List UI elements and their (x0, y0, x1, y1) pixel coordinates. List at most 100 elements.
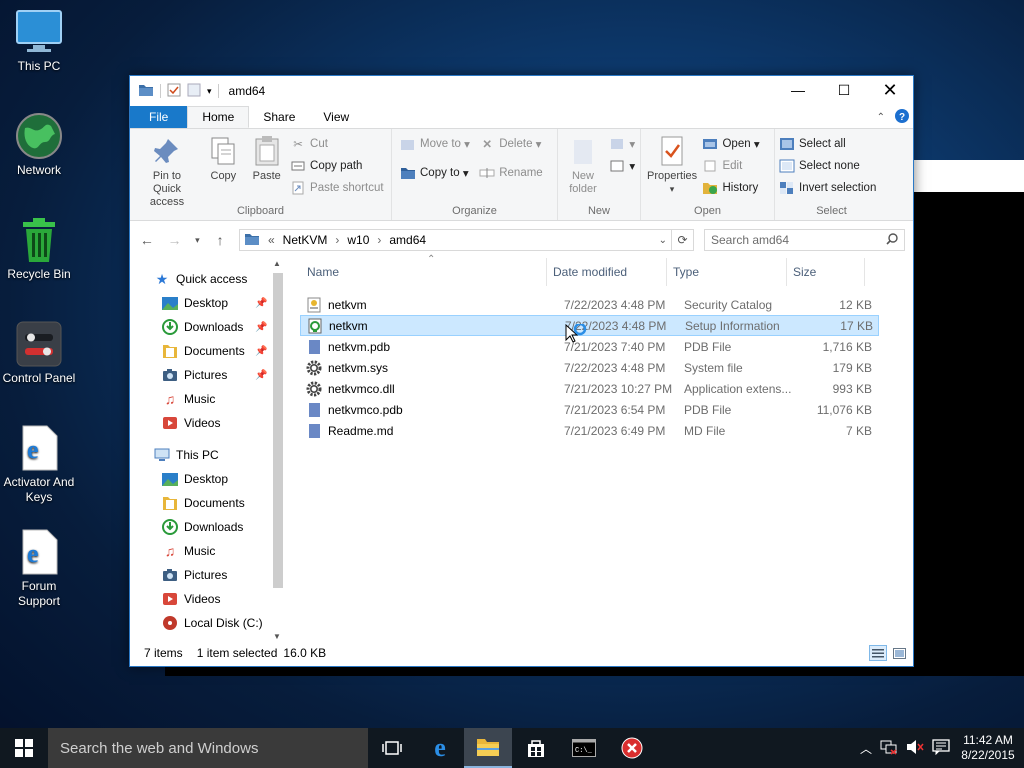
properties-icon[interactable] (167, 83, 181, 100)
column-name[interactable]: Name (286, 258, 547, 286)
help-icon[interactable]: ? (895, 109, 909, 126)
refresh-button[interactable]: ⟳ (670, 230, 693, 250)
notifications-icon[interactable] (932, 738, 950, 758)
edge-taskbar-button[interactable]: e (416, 728, 464, 768)
new-folder-icon[interactable] (187, 83, 201, 100)
nav-this-pc[interactable]: This PC (130, 443, 286, 467)
nav-scrollbar[interactable]: ▲ ▼ (270, 259, 286, 641)
desktop-icon-this-pc[interactable]: This PC (0, 8, 78, 74)
tab-file[interactable]: File (130, 106, 188, 128)
maximize-button[interactable]: ☐ (821, 76, 867, 104)
properties-button[interactable]: Properties ▾ (645, 132, 699, 198)
title-bar[interactable]: ▾ amd64 — ☐ ✕ (130, 76, 913, 106)
background-window-titlebar[interactable] (913, 160, 1024, 192)
minimize-button[interactable]: — (775, 76, 821, 104)
new-item-button[interactable]: ▾ (609, 133, 635, 155)
tab-home[interactable]: Home (187, 106, 250, 128)
forward-button[interactable]: → (166, 232, 184, 248)
select-all-button[interactable]: Select all (779, 133, 876, 155)
easy-access-button[interactable]: ▾ (609, 155, 635, 177)
nav-quick-documents[interactable]: Documents 📌 (130, 339, 286, 363)
column-date-modified[interactable]: Date modified (547, 258, 667, 286)
desktop-icon-forum-support[interactable]: e Forum Support (0, 528, 78, 609)
details-view-button[interactable] (869, 645, 887, 661)
search-icon[interactable] (886, 232, 898, 248)
search-input[interactable]: Search amd64 (703, 229, 905, 251)
recent-locations-button[interactable]: ▾ (193, 235, 201, 246)
error-app-taskbar-button[interactable] (608, 728, 656, 768)
column-size[interactable]: Size (787, 258, 865, 286)
pin-icon[interactable]: 📌 (255, 298, 267, 309)
breadcrumb-netkvm[interactable]: NetKVM (283, 233, 328, 247)
column-type[interactable]: Type (667, 258, 787, 286)
command-prompt-taskbar-button[interactable]: C:\_ (560, 728, 608, 768)
invert-selection-button[interactable]: Invert selection (779, 177, 876, 199)
start-button[interactable] (0, 728, 48, 768)
file-row[interactable]: netkvmco.dll 7/21/2023 10:27 PM Applicatio… (300, 378, 879, 399)
nav-pc-documents[interactable]: Documents (130, 491, 286, 515)
pin-icon[interactable]: 📌 (255, 370, 267, 381)
desktop-icon-recycle-bin[interactable]: Recycle Bin (0, 216, 78, 282)
nav-pc-pictures[interactable]: Pictures (130, 563, 286, 587)
nav-quick-videos[interactable]: Videos (130, 411, 286, 435)
rename-button[interactable]: Rename (479, 162, 543, 184)
chevron-right-icon[interactable]: › (377, 233, 381, 247)
paste-shortcut-button[interactable]: Paste shortcut (290, 177, 384, 199)
move-to-button[interactable]: Move to ▾ (400, 133, 470, 155)
nav-quick-downloads[interactable]: Downloads 📌 (130, 315, 286, 339)
chevron-up-icon[interactable]: ⌃ (877, 112, 885, 123)
tab-share[interactable]: Share (249, 106, 309, 128)
scrollbar-thumb[interactable] (273, 273, 283, 588)
network-icon[interactable] (880, 739, 898, 758)
file-row[interactable]: netkvm.sys 7/22/2023 4:48 PM System file 17… (300, 357, 879, 378)
background-window[interactable] (913, 192, 1024, 670)
store-taskbar-button[interactable] (512, 728, 560, 768)
file-row[interactable]: netkvm 7/22/2023 4:48 PM Security Catalog 1… (300, 294, 879, 315)
large-icons-view-button[interactable] (891, 646, 907, 660)
breadcrumb-w10[interactable]: w10 (347, 233, 369, 247)
nav-quick-pictures[interactable]: Pictures 📌 (130, 363, 286, 387)
up-button[interactable]: ↑ (211, 232, 229, 248)
scroll-up-icon[interactable]: ▲ (273, 259, 281, 268)
file-row[interactable]: Readme.md 7/21/2023 6:49 PM MD File 7 KB (300, 420, 879, 441)
task-view-button[interactable] (368, 728, 416, 768)
nav-pc-downloads[interactable]: Downloads (130, 515, 286, 539)
copy-to-button[interactable]: Copy to ▾ (400, 162, 470, 184)
close-button[interactable]: ✕ (867, 76, 913, 104)
file-explorer-taskbar-button[interactable] (464, 728, 512, 768)
open-button[interactable]: Open ▾ (702, 133, 760, 155)
delete-button[interactable]: ✕ Delete ▾ (479, 133, 542, 155)
file-row[interactable]: netkvmco.pdb 7/21/2023 6:54 PM PDB File 11,… (300, 399, 879, 420)
breadcrumb-amd64[interactable]: amd64 (389, 233, 426, 247)
pin-to-quick-access-button[interactable]: Pin to Quick access (134, 132, 200, 211)
desktop-icon-network[interactable]: Network (0, 112, 78, 178)
nav-pc-desktop[interactable]: Desktop (130, 467, 286, 491)
copy-button[interactable]: Copy (203, 132, 243, 185)
address-bar[interactable]: « NetKVM › w10 › amd64 ⌄ ⟳ (238, 229, 694, 251)
new-folder-button[interactable]: New folder (562, 132, 604, 198)
desktop-icon-activator[interactable]: e Activator And Keys (0, 424, 78, 505)
nav-quick-access[interactable]: ★ Quick access (130, 267, 286, 291)
desktop-icon-control-panel[interactable]: Control Panel (0, 320, 78, 386)
chevron-down-icon[interactable]: ▾ (207, 86, 212, 97)
paste-button[interactable]: Paste (247, 132, 287, 185)
pin-icon[interactable]: 📌 (255, 322, 267, 333)
nav-quick-music[interactable]: ♫ Music (130, 387, 286, 411)
volume-muted-icon[interactable] (906, 739, 924, 758)
tab-view[interactable]: View (309, 106, 363, 128)
breadcrumb-overflow[interactable]: « (268, 233, 275, 247)
nav-pc-music[interactable]: ♫ Music (130, 539, 286, 563)
chevron-down-icon[interactable]: ⌄ (659, 235, 667, 246)
taskbar-search-input[interactable]: Search the web and Windows (48, 728, 368, 768)
select-none-button[interactable]: Select none (779, 155, 876, 177)
nav-quick-desktop[interactable]: Desktop 📌 (130, 291, 286, 315)
cut-button[interactable]: ✂ Cut (290, 133, 384, 155)
pin-icon[interactable]: 📌 (255, 346, 267, 357)
nav-pc-local-disk[interactable]: Local Disk (C:) (130, 611, 286, 635)
clock[interactable]: 11:42 AM 8/22/2015 (958, 733, 1018, 763)
copy-path-button[interactable]: Copy path (290, 155, 384, 177)
history-button[interactable]: History (702, 177, 759, 199)
back-button[interactable]: ← (138, 232, 156, 248)
chevron-up-icon[interactable]: ︿ (860, 740, 872, 757)
chevron-right-icon[interactable]: › (335, 233, 339, 247)
